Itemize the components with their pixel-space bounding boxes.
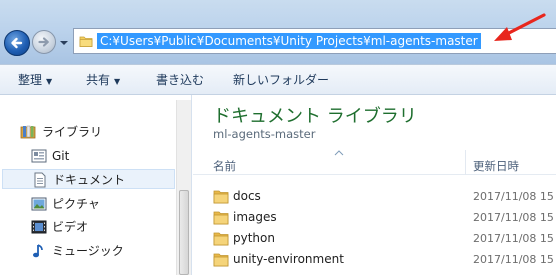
folder-icon — [213, 211, 229, 225]
new-folder-button[interactable]: 新しいフォルダー — [233, 72, 329, 88]
folder-icon — [213, 232, 229, 246]
forward-button[interactable] — [32, 30, 56, 54]
share-label: 共有 — [86, 73, 111, 87]
folder-icon — [213, 253, 229, 267]
column-header-row: 名前 更新日時 — [193, 150, 556, 175]
videos-icon — [31, 220, 47, 234]
nav-item-documents[interactable]: ドキュメント — [2, 169, 175, 189]
back-button[interactable] — [4, 30, 30, 56]
nav-item-label: ドキュメント — [53, 173, 126, 187]
column-header-date[interactable]: 更新日時 — [473, 158, 519, 174]
content-pane: ドキュメント ライブラリ ml-agents-master 名前 更新日時 do… — [193, 95, 556, 275]
nav-item-label: ミュージック — [52, 244, 124, 258]
navigation-scrollbar[interactable] — [176, 100, 191, 275]
folder-icon — [79, 36, 93, 47]
file-row-python[interactable]: python 2017/11/08 15 — [193, 228, 556, 249]
chevron-down-icon: ▼ — [46, 77, 53, 86]
nav-item-label: ビデオ — [52, 220, 89, 234]
file-name: unity-environment — [233, 252, 344, 266]
file-name: docs — [233, 189, 261, 203]
burn-button[interactable]: 書き込む — [156, 72, 204, 88]
file-date: 2017/11/08 15 — [473, 190, 554, 203]
column-header-name[interactable]: 名前 — [213, 158, 236, 174]
chevron-down-icon: ▼ — [114, 77, 121, 86]
git-library-icon — [31, 149, 47, 163]
file-date: 2017/11/08 15 — [473, 211, 554, 224]
column-divider[interactable] — [465, 150, 466, 175]
music-icon — [33, 244, 43, 258]
nav-item-libraries[interactable]: ライブラリ — [0, 122, 176, 142]
nav-item-label: Git — [52, 149, 70, 163]
documents-icon — [34, 172, 46, 188]
library-subtitle: ml-agents-master — [213, 127, 316, 141]
nav-item-label: ライブラリ — [42, 125, 103, 139]
file-row-unity-environment[interactable]: unity-environment 2017/11/08 15 — [193, 249, 556, 270]
pictures-icon — [31, 197, 47, 211]
organize-menu[interactable]: 整理 ▼ — [18, 72, 52, 88]
annotation-arrow-icon — [494, 13, 546, 41]
nav-item-music[interactable]: ミュージック — [0, 241, 176, 261]
file-name: python — [233, 231, 275, 245]
forward-arrow-icon — [38, 37, 49, 47]
library-icon — [20, 125, 36, 139]
address-path-text[interactable]: C:¥Users¥Public¥Documents¥Unity Projects… — [97, 33, 481, 49]
burn-label: 書き込む — [156, 73, 205, 87]
nav-item-videos[interactable]: ビデオ — [0, 217, 176, 237]
nav-item-git[interactable]: Git — [0, 146, 176, 166]
file-date: 2017/11/08 15 — [473, 232, 554, 245]
scrollbar-thumb[interactable] — [179, 190, 189, 275]
nav-item-pictures[interactable]: ピクチャ — [0, 194, 176, 214]
back-arrow-icon — [11, 37, 23, 49]
sort-ascending-icon — [334, 150, 344, 156]
folder-icon — [213, 190, 229, 204]
address-bar[interactable]: C:¥Users¥Public¥Documents¥Unity Projects… — [73, 28, 556, 54]
file-date: 2017/11/08 15 — [473, 253, 554, 266]
navigation-pane: ライブラリ Git ドキュメント ピクチャ ビデオ ミュージック — [0, 95, 192, 275]
nav-item-label: ピクチャ — [52, 197, 100, 211]
command-toolbar: 整理 ▼ 共有 ▼ 書き込む 新しいフォルダー — [0, 64, 556, 95]
organize-label: 整理 — [18, 73, 43, 87]
library-title: ドキュメント ライブラリ — [213, 106, 417, 127]
file-row-docs[interactable]: docs 2017/11/08 15 — [193, 186, 556, 207]
window-titlebar: C:¥Users¥Public¥Documents¥Unity Projects… — [0, 0, 556, 64]
file-row-images[interactable]: images 2017/11/08 15 — [193, 207, 556, 228]
share-menu[interactable]: 共有 ▼ — [86, 72, 120, 88]
file-name: images — [233, 210, 277, 224]
recent-pages-dropdown-icon[interactable] — [59, 38, 69, 48]
new-folder-label: 新しいフォルダー — [233, 73, 330, 87]
